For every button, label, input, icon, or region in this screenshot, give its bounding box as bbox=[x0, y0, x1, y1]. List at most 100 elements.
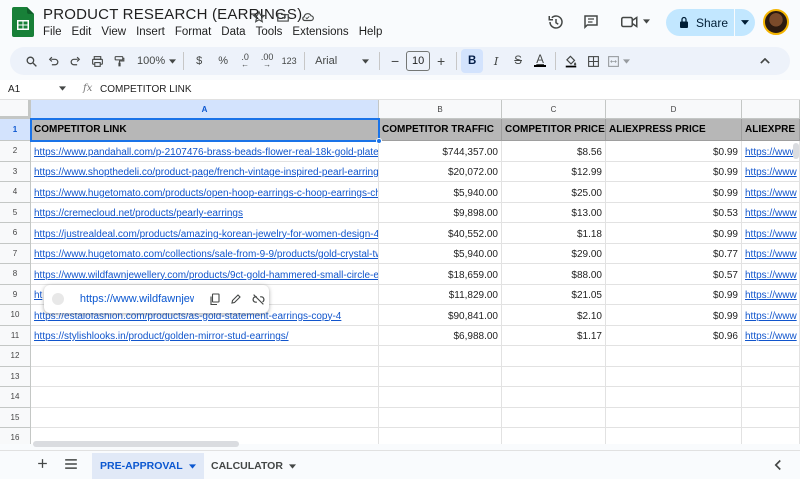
empty-cell[interactable] bbox=[31, 407, 379, 428]
sheets-logo-icon[interactable] bbox=[12, 7, 34, 37]
vertical-scrollbar[interactable] bbox=[791, 141, 800, 441]
aliexpress-price-cell[interactable]: $0.57 bbox=[606, 264, 742, 285]
percent-format-button[interactable]: % bbox=[212, 49, 234, 73]
empty-cell[interactable] bbox=[31, 387, 379, 408]
empty-cell[interactable] bbox=[31, 346, 379, 367]
sheet-tab-calculator[interactable]: CALCULATOR bbox=[203, 453, 304, 479]
traffic-cell[interactable]: $5,940.00 bbox=[379, 243, 502, 264]
aliexpress-price-cell[interactable]: $0.99 bbox=[606, 182, 742, 203]
row-header[interactable]: 13 bbox=[0, 366, 31, 387]
price-cell[interactable]: $21.05 bbox=[502, 284, 606, 305]
print-button[interactable] bbox=[86, 49, 108, 73]
traffic-cell[interactable]: $744,357.00 bbox=[379, 141, 502, 162]
decrease-font-size-button[interactable]: − bbox=[384, 49, 406, 73]
empty-cell[interactable] bbox=[502, 346, 606, 367]
aliexpress-price-cell[interactable]: $0.99 bbox=[606, 161, 742, 182]
competitor-link-cell[interactable]: https://www.hugetomato.com/products/open… bbox=[31, 182, 379, 203]
empty-cell[interactable] bbox=[606, 366, 742, 387]
row-header[interactable]: 3 bbox=[0, 161, 31, 182]
row-header[interactable]: 11 bbox=[0, 325, 31, 346]
row-header[interactable]: 12 bbox=[0, 346, 31, 367]
traffic-cell[interactable]: $5,940.00 bbox=[379, 182, 502, 203]
menu-help[interactable]: Help bbox=[354, 26, 388, 38]
more-formats-button[interactable]: 123 bbox=[278, 49, 300, 73]
column-header-c[interactable]: C bbox=[502, 100, 606, 119]
row-header[interactable]: 15 bbox=[0, 407, 31, 428]
header-cell[interactable]: COMPETITOR LINK bbox=[31, 119, 379, 141]
competitor-link-cell[interactable]: https://www.pandahall.com/p-2107476-bras… bbox=[31, 141, 379, 162]
aliexpress-price-cell[interactable]: $0.96 bbox=[606, 325, 742, 346]
header-cell[interactable]: COMPETITOR TRAFFIC bbox=[379, 119, 502, 141]
zoom-select[interactable]: 100% bbox=[134, 49, 179, 73]
sheet-tab-pre-approval[interactable]: PRE-APPROVAL bbox=[92, 453, 204, 479]
increase-decimal-button[interactable]: .00 → bbox=[256, 49, 278, 73]
more-options-button[interactable] bbox=[754, 49, 776, 73]
row-header[interactable]: 4 bbox=[0, 182, 31, 203]
column-header-d[interactable]: D bbox=[606, 100, 742, 119]
name-box-dropdown-icon[interactable] bbox=[59, 86, 66, 91]
row-header[interactable]: 16 bbox=[0, 428, 31, 444]
aliexpress-price-cell[interactable]: $0.99 bbox=[606, 305, 742, 326]
traffic-cell[interactable]: $9,898.00 bbox=[379, 202, 502, 223]
meet-dropdown-icon[interactable] bbox=[643, 19, 650, 24]
row-header[interactable]: 14 bbox=[0, 387, 31, 408]
price-cell[interactable]: $1.18 bbox=[502, 223, 606, 244]
empty-cell[interactable] bbox=[379, 346, 502, 367]
competitor-link-cell[interactable]: https://www.wildfawnjewellery.com/produc… bbox=[31, 264, 379, 285]
price-cell[interactable]: $25.00 bbox=[502, 182, 606, 203]
row-header[interactable]: 6 bbox=[0, 223, 31, 244]
tab-dropdown-icon[interactable] bbox=[188, 463, 196, 469]
row-header[interactable]: 10 bbox=[0, 305, 31, 326]
move-folder-icon[interactable] bbox=[274, 8, 292, 26]
traffic-cell[interactable]: $40,552.00 bbox=[379, 223, 502, 244]
row-header[interactable]: 8 bbox=[0, 264, 31, 285]
traffic-cell[interactable]: $11,829.00 bbox=[379, 284, 502, 305]
aliexpress-price-cell[interactable]: $0.99 bbox=[606, 284, 742, 305]
empty-cell[interactable] bbox=[379, 407, 502, 428]
traffic-cell[interactable]: $6,988.00 bbox=[379, 325, 502, 346]
header-cell[interactable]: ALIEXPRESS PRICE bbox=[606, 119, 742, 141]
competitor-link-cell[interactable]: https://cremecloud.net/products/pearly-e… bbox=[31, 202, 379, 223]
menu-edit[interactable]: Edit bbox=[67, 26, 97, 38]
cloud-status-icon[interactable] bbox=[298, 8, 316, 26]
search-menus-button[interactable] bbox=[20, 49, 42, 73]
column-header-b[interactable]: B bbox=[379, 100, 502, 119]
aliexpress-price-cell[interactable]: $0.53 bbox=[606, 202, 742, 223]
vertical-scroll-thumb[interactable] bbox=[793, 143, 799, 159]
share-button[interactable]: Share bbox=[666, 9, 734, 36]
remove-link-button[interactable] bbox=[247, 288, 269, 310]
share-dropdown-button[interactable] bbox=[735, 9, 755, 36]
menu-file[interactable]: File bbox=[43, 26, 67, 38]
undo-button[interactable] bbox=[42, 49, 64, 73]
row-header[interactable]: 1 bbox=[0, 119, 31, 141]
empty-cell[interactable] bbox=[606, 407, 742, 428]
column-header-e[interactable] bbox=[742, 100, 800, 119]
menu-format[interactable]: Format bbox=[170, 26, 216, 38]
formula-input[interactable]: COMPETITOR LINK bbox=[100, 84, 192, 95]
aliexpress-price-cell[interactable]: $0.99 bbox=[606, 141, 742, 162]
tab-dropdown-icon[interactable] bbox=[288, 463, 296, 469]
row-header[interactable]: 7 bbox=[0, 243, 31, 264]
empty-cell[interactable] bbox=[606, 346, 742, 367]
bold-button[interactable]: B bbox=[461, 49, 484, 73]
empty-cell[interactable] bbox=[379, 366, 502, 387]
aliexpress-price-cell[interactable]: $0.99 bbox=[606, 223, 742, 244]
price-cell[interactable]: $88.00 bbox=[502, 264, 606, 285]
empty-cell[interactable] bbox=[502, 407, 606, 428]
edit-link-button[interactable] bbox=[225, 288, 247, 310]
column-header-a[interactable]: A bbox=[31, 100, 379, 119]
competitor-link-cell[interactable]: https://www.hugetomato.com/collections/s… bbox=[31, 243, 379, 264]
price-cell[interactable]: $1.17 bbox=[502, 325, 606, 346]
paint-format-button[interactable] bbox=[108, 49, 130, 73]
header-cell[interactable]: COMPETITOR PRICE bbox=[502, 119, 606, 141]
fill-color-button[interactable] bbox=[560, 49, 582, 73]
price-cell[interactable]: $2.10 bbox=[502, 305, 606, 326]
empty-cell[interactable] bbox=[606, 387, 742, 408]
font-size-input[interactable]: 10 bbox=[406, 51, 431, 71]
menu-tools[interactable]: Tools bbox=[251, 26, 288, 38]
menu-data[interactable]: Data bbox=[216, 26, 250, 38]
link-preview-url[interactable]: https://www.wildfawnjew... bbox=[80, 293, 194, 305]
row-header[interactable]: 9 bbox=[0, 284, 31, 305]
fill-handle[interactable] bbox=[376, 138, 382, 144]
redo-button[interactable] bbox=[64, 49, 86, 73]
